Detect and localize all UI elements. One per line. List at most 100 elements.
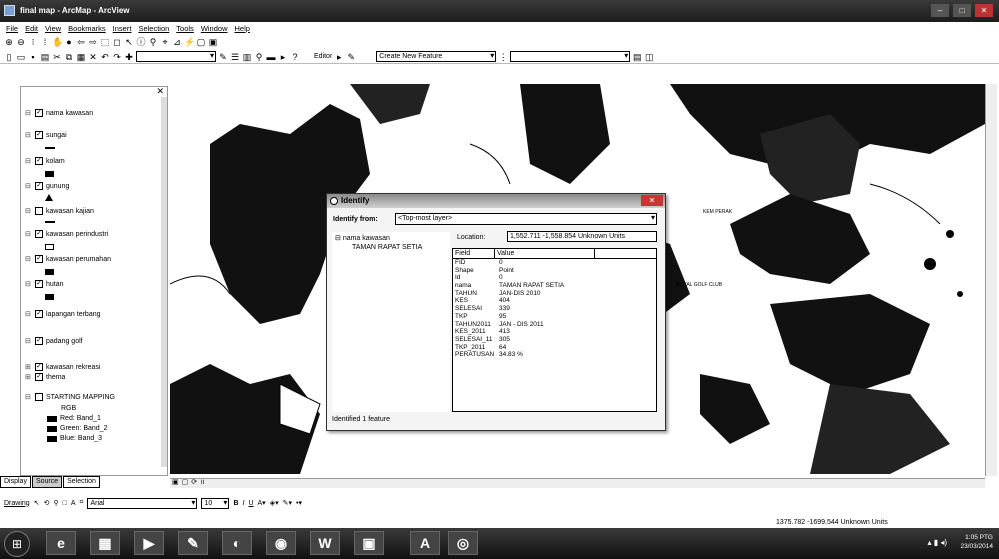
table-row[interactable]: TAHUN2011 JAN - DIS 2011 xyxy=(453,321,656,329)
table-row[interactable]: TKP_2011 64 xyxy=(453,344,656,352)
system-tray[interactable]: ▴ ▮ ◂) xyxy=(927,538,947,547)
layer-checkbox[interactable]: ✓ xyxy=(35,255,43,263)
text-icon[interactable]: A xyxy=(71,500,76,507)
layer-checkbox[interactable]: ✓ xyxy=(35,337,43,345)
measure-icon[interactable]: ⊿ xyxy=(172,37,182,47)
toc-scrollbar[interactable] xyxy=(161,97,167,467)
table-row[interactable]: Id 0 xyxy=(453,274,656,282)
layer-kawasan-kajian[interactable]: ⊟ kawasan kajian xyxy=(25,207,94,215)
back-icon[interactable]: ⇦ xyxy=(76,37,86,47)
layer-hutan[interactable]: ⊟ ✓ hutan xyxy=(25,280,64,288)
attributes-icon[interactable]: ▤ xyxy=(632,52,642,62)
location-field[interactable]: 1,552.711 -1,558.854 Unknown Units xyxy=(507,231,657,242)
table-row[interactable]: FID 0 xyxy=(453,259,656,267)
layer-lapangan-terbang[interactable]: ⊟ ✓ lapangan terbang xyxy=(25,310,101,318)
layer-checkbox[interactable]: ✓ xyxy=(35,310,43,318)
underline-icon[interactable]: U xyxy=(248,500,253,507)
menu-bookmarks[interactable]: Bookmarks xyxy=(68,22,106,35)
expand-icon[interactable]: ⊟ xyxy=(25,310,32,318)
layer-checkbox[interactable]: ✓ xyxy=(35,131,43,139)
menu-edit[interactable]: Edit xyxy=(25,22,38,35)
toc-close-icon[interactable]: ✕ xyxy=(156,87,164,97)
select-elements-icon[interactable]: ↖ xyxy=(34,499,40,507)
go-to-xy-icon[interactable]: ⌖ xyxy=(160,37,170,47)
target-layer-combo[interactable] xyxy=(510,51,631,62)
italic-icon[interactable]: I xyxy=(243,500,245,507)
tab-source[interactable]: Source xyxy=(31,476,63,488)
table-row[interactable]: SELESAI 339 xyxy=(453,305,656,313)
layer-checkbox[interactable]: ✓ xyxy=(35,230,43,238)
map-horizontal-scrollbar[interactable] xyxy=(170,478,985,488)
ie-icon[interactable]: e xyxy=(46,531,76,555)
cut-icon[interactable]: ✂ xyxy=(52,52,62,62)
fill-color-icon[interactable]: ◈▾ xyxy=(270,499,279,507)
find-icon[interactable]: ⚲ xyxy=(148,37,158,47)
layer-thema[interactable]: ⊞ ✓ thema xyxy=(25,373,65,381)
expand-icon[interactable]: ⊟ xyxy=(25,109,32,117)
start-button[interactable]: ⊞ xyxy=(4,531,30,557)
table-row[interactable]: nama TAMAN RAPAT SETIA xyxy=(453,282,656,290)
font-combo[interactable]: Arial xyxy=(87,497,198,509)
menu-window[interactable]: Window xyxy=(201,22,228,35)
explorer-icon[interactable]: ▦ xyxy=(90,531,120,555)
layer-checkbox[interactable]: ✓ xyxy=(35,157,43,165)
menu-insert[interactable]: Insert xyxy=(113,22,132,35)
menu-tools[interactable]: Tools xyxy=(176,22,194,35)
rotate-icon[interactable]: ⟲ xyxy=(44,499,50,507)
help-icon[interactable]: ? xyxy=(290,52,300,62)
pdf-icon[interactable]: A xyxy=(410,531,440,555)
refresh-icon[interactable]: ⟳ xyxy=(191,478,197,487)
window-task-icon[interactable]: ▣ xyxy=(354,531,384,555)
html-popup-icon[interactable]: ▢ xyxy=(196,37,206,47)
fixed-zoom-out-icon[interactable]: ⁞ xyxy=(40,37,50,47)
column-header-value[interactable]: Value xyxy=(495,249,595,258)
table-row[interactable]: KES_2011 413 xyxy=(453,328,656,336)
line-color-icon[interactable]: ✎▾ xyxy=(283,499,292,507)
paste-icon[interactable]: ▦ xyxy=(76,52,86,62)
identify-from-combo[interactable]: <Top-most layer> xyxy=(395,213,657,225)
tab-selection[interactable]: Selection xyxy=(63,476,100,488)
column-header-field[interactable]: Field xyxy=(453,249,495,258)
expand-icon[interactable]: ⊟ xyxy=(25,255,32,263)
zoom-in-icon[interactable]: ⊕ xyxy=(4,37,14,47)
layer-gunung[interactable]: ⊟ ✓ gunung xyxy=(25,182,69,190)
layer-kolam[interactable]: ⊟ ✓ kolam xyxy=(25,157,65,165)
add-data-icon[interactable]: ✚ xyxy=(124,52,134,62)
pan-icon[interactable]: ✋ xyxy=(52,37,63,47)
data-view-icon[interactable]: ▣ xyxy=(172,478,179,487)
menu-selection[interactable]: Selection xyxy=(138,22,169,35)
expand-icon[interactable]: ⊟ xyxy=(25,280,32,288)
expand-icon[interactable]: ⊞ xyxy=(25,363,32,371)
clock[interactable]: 1:05 PTG 23/03/2014 xyxy=(960,533,993,551)
layer-checkbox[interactable]: ✓ xyxy=(35,182,43,190)
tab-display[interactable]: Display xyxy=(0,476,31,488)
target-icon[interactable]: ⋮ xyxy=(498,52,508,62)
expand-icon[interactable]: ⊟ xyxy=(25,182,32,190)
layer-checkbox[interactable]: ✓ xyxy=(35,363,43,371)
copy-icon[interactable]: ⧉ xyxy=(64,52,74,62)
editor-toolbar-icon[interactable]: ✎ xyxy=(218,52,228,62)
table-row[interactable]: TAHUN JAN-DIS 2010 xyxy=(453,290,656,298)
font-color-icon[interactable]: A▾ xyxy=(258,499,266,507)
new-icon[interactable]: ▯ xyxy=(4,52,14,62)
delete-icon[interactable]: ✕ xyxy=(88,52,98,62)
python-icon[interactable]: ▸ xyxy=(278,52,288,62)
identify-title-bar[interactable]: Identify ✕ xyxy=(327,194,665,208)
layer-checkbox[interactable] xyxy=(35,207,43,215)
zoom-out-icon[interactable]: ⊖ xyxy=(16,37,26,47)
table-row[interactable]: TKP 95 xyxy=(453,313,656,321)
print-icon[interactable]: ▤ xyxy=(40,52,50,62)
pause-icon[interactable]: ॥ xyxy=(200,478,204,487)
layer-checkbox[interactable]: ✓ xyxy=(35,373,43,381)
layer-kawasan-perindustrian[interactable]: ⊟ ✓ kawasan perindustri xyxy=(25,230,108,238)
fixed-zoom-in-icon[interactable]: ⁝ xyxy=(28,37,38,47)
tree-feature-node[interactable]: TAMAN RAPAT SETIA xyxy=(352,244,422,251)
drawing-menu[interactable]: Drawing xyxy=(4,500,30,507)
expand-icon[interactable]: ⊟ xyxy=(25,157,32,165)
marker-color-icon[interactable]: •▾ xyxy=(296,499,302,507)
chrome-icon[interactable]: ◎ xyxy=(448,531,478,555)
tree-layer-node[interactable]: ⊟ nama kawasan xyxy=(335,234,390,242)
layer-sungai[interactable]: ⊟ ✓ sungai xyxy=(25,131,67,139)
layer-padang-golf[interactable]: ⊟ ✓ padang golf xyxy=(25,337,83,345)
word-icon[interactable]: W xyxy=(310,531,340,555)
